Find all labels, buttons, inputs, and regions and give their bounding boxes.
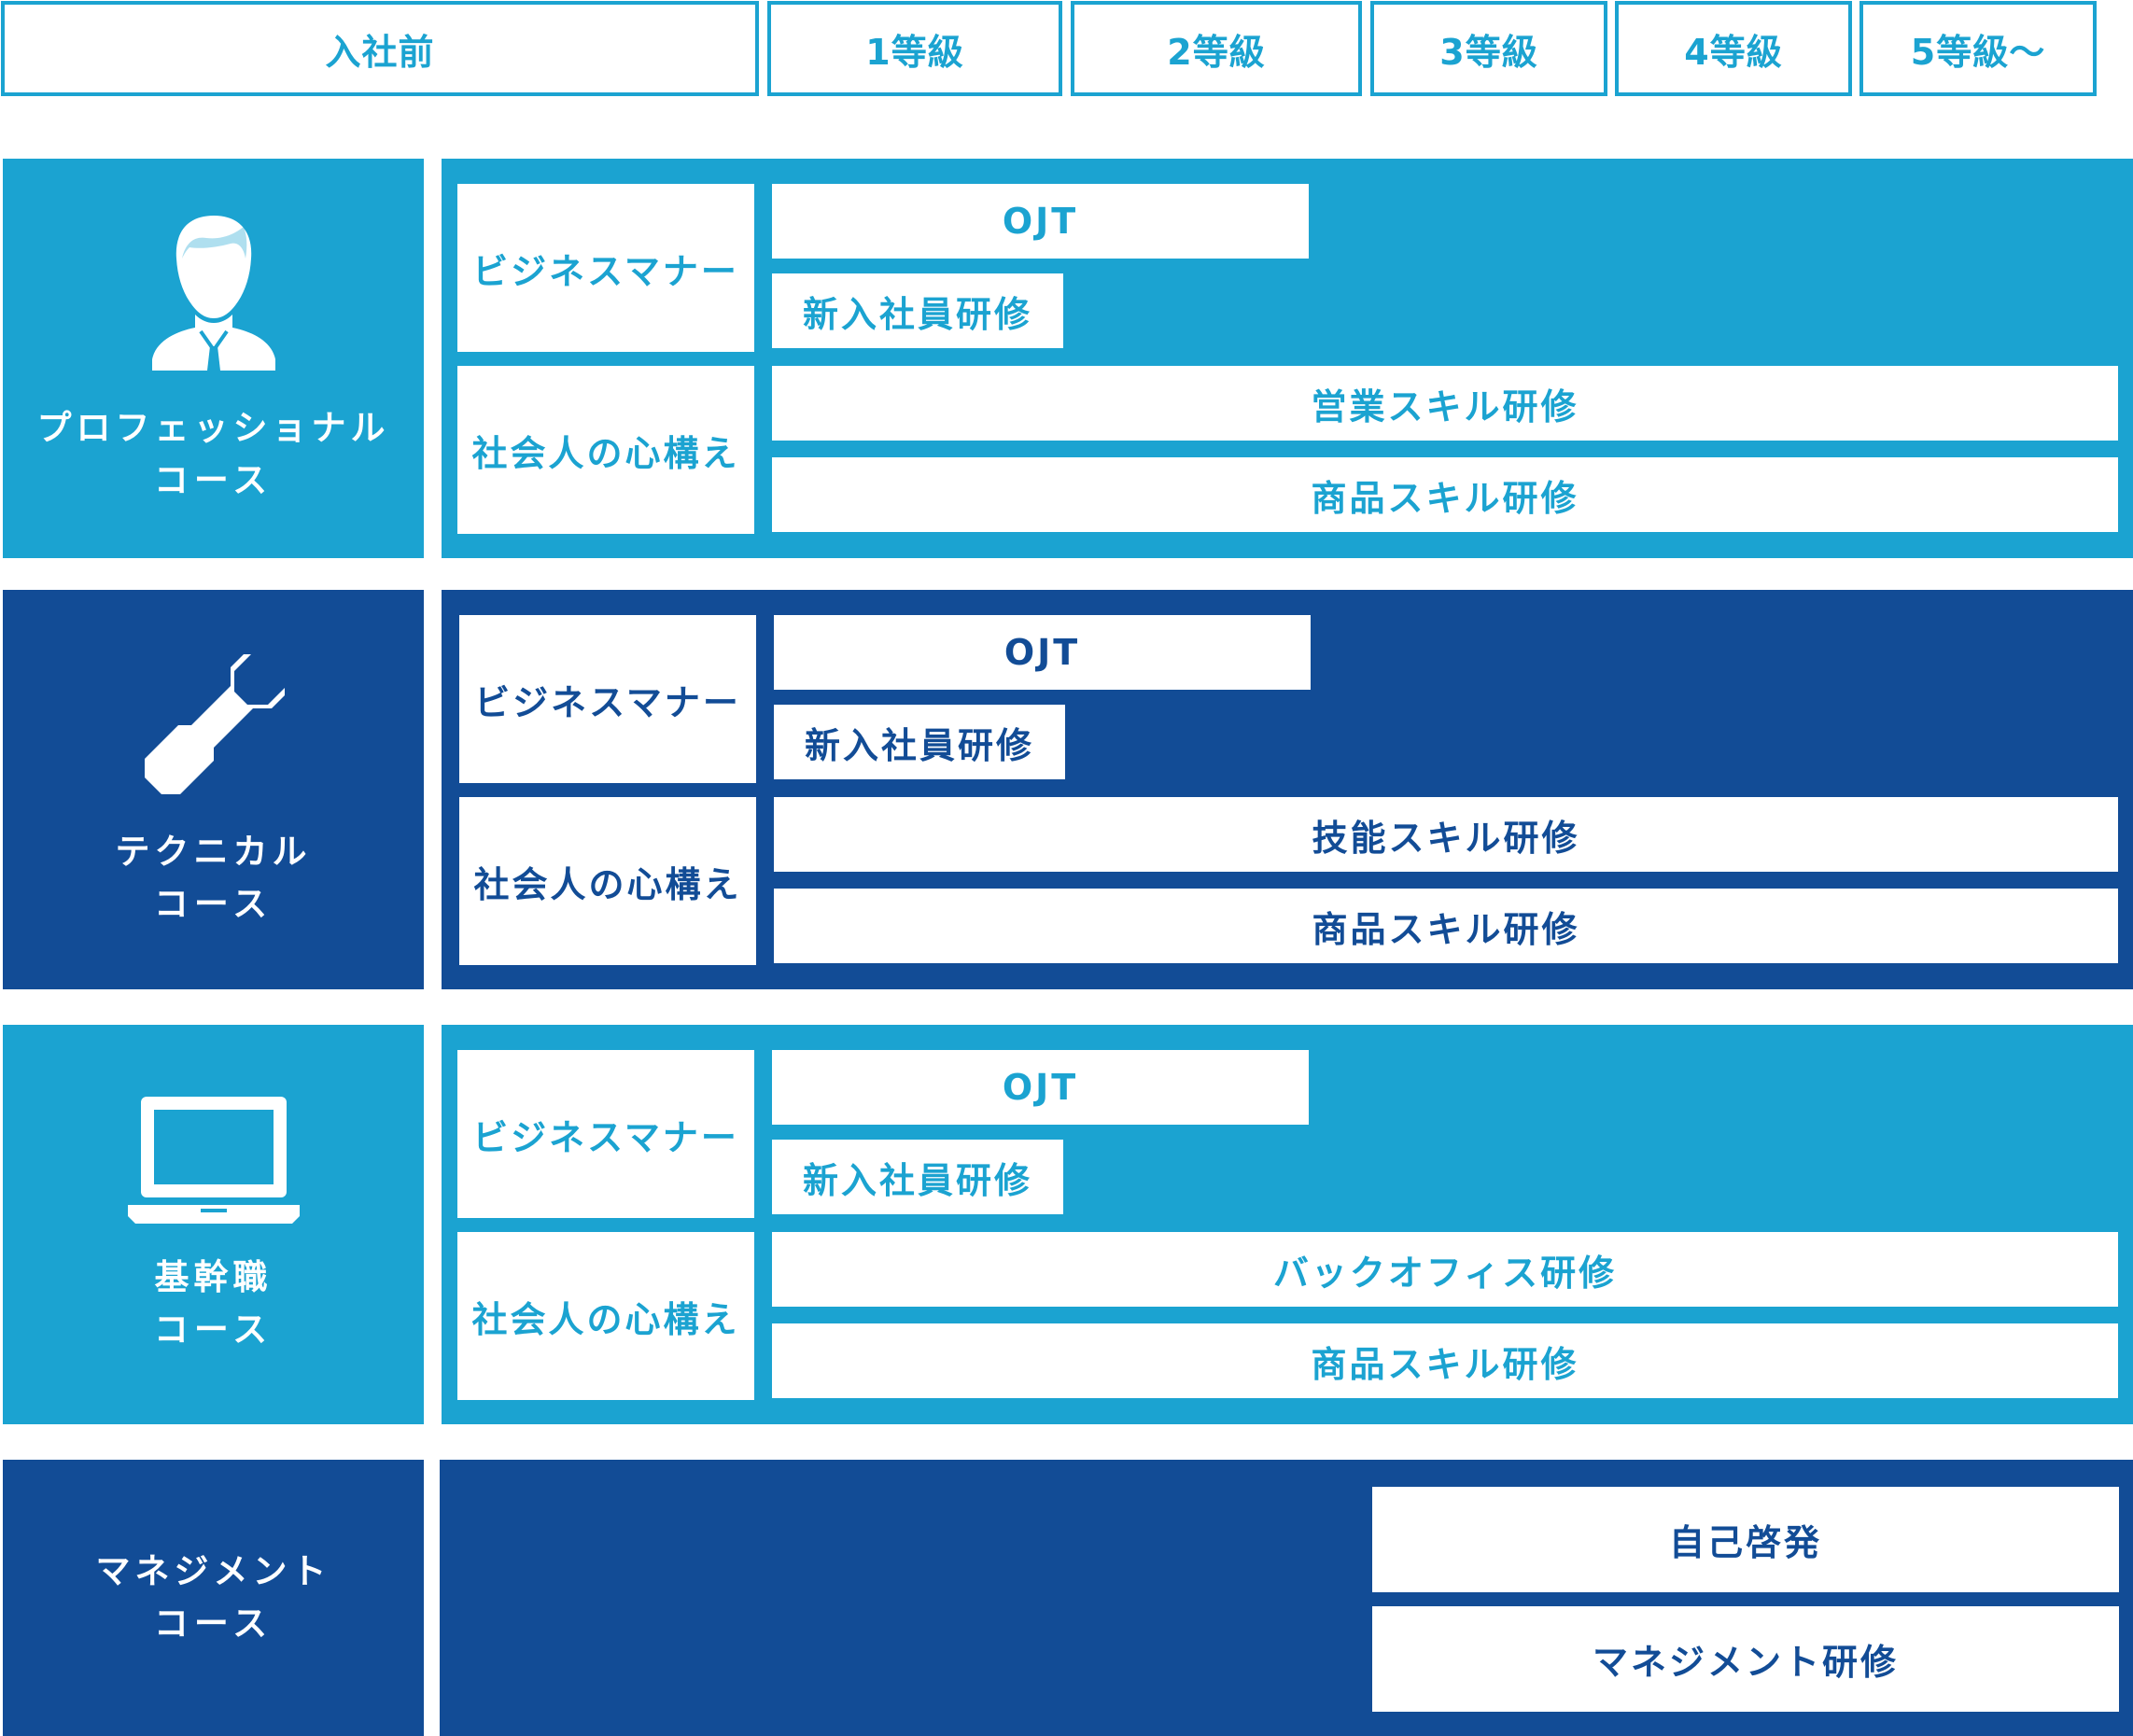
course-panel-core-staff: ビジネスマナー 社会人の心構え OJT 新入社員研修 バックオフィス研修 商品ス… [442,1025,2133,1424]
training-new-employee[interactable]: 新入社員研修 [774,705,1065,779]
tab-grade-1[interactable]: 1等級 [767,1,1062,96]
training-ojt[interactable]: OJT [772,184,1309,259]
course-sub: コース [153,884,274,924]
course-label-professional: プロフェッショナル コース [3,159,424,558]
training-self-development[interactable]: 自己啓発 [1372,1487,2119,1592]
training-management[interactable]: マネジメント研修 [1372,1606,2119,1712]
course-name: プロフェッショナル [36,408,390,448]
training-ojt[interactable]: OJT [774,615,1311,690]
training-new-employee[interactable]: 新入社員研修 [772,273,1063,348]
training-back-office[interactable]: バックオフィス研修 [772,1232,2118,1307]
course-name: テクニカル [115,832,312,872]
training-technical-skill[interactable]: 技能スキル研修 [774,797,2118,872]
category-mindset: 社会人の心構え [459,797,756,965]
course-name: 基幹職 [154,1257,273,1297]
course-panel-professional: ビジネスマナー 社会人の心構え OJT 新入社員研修 営業スキル研修 商品スキル… [442,159,2133,558]
training-product-skill[interactable]: 商品スキル研修 [772,457,2118,532]
course-sub: コース [153,1603,274,1644]
tab-pre-entry[interactable]: 入社前 [1,1,759,96]
course-label-core-staff: 基幹職 コース [3,1025,424,1424]
category-business-manners: ビジネスマナー [457,1050,754,1218]
course-sub: コース [153,460,274,500]
training-new-employee[interactable]: 新入社員研修 [772,1140,1063,1214]
course-label-technical: テクニカル コース [3,590,424,989]
person-icon [151,216,275,371]
course-panel-management: 自己啓発 マネジメント研修 [440,1460,2133,1736]
training-product-skill[interactable]: 商品スキル研修 [772,1323,2118,1398]
category-mindset: 社会人の心構え [457,1232,754,1400]
wrench-icon [144,654,285,794]
training-sales-skill[interactable]: 営業スキル研修 [772,366,2118,441]
tab-grade-3[interactable]: 3等級 [1370,1,1607,96]
training-product-skill[interactable]: 商品スキル研修 [774,889,2118,963]
tab-grade-5[interactable]: 5等級〜 [1859,1,2097,96]
category-mindset: 社会人の心構え [457,366,754,534]
course-panel-technical: ビジネスマナー 社会人の心構え OJT 新入社員研修 技能スキル研修 商品スキル… [442,590,2133,989]
course-sub: コース [153,1309,274,1350]
laptop-icon [127,1097,300,1224]
tab-grade-2[interactable]: 2等級 [1071,1,1362,96]
course-label-management: マネジメント コース [3,1460,424,1736]
category-business-manners: ビジネスマナー [457,184,754,352]
category-business-manners: ビジネスマナー [459,615,756,783]
training-ojt[interactable]: OJT [772,1050,1309,1125]
course-name: マネジメント [95,1551,331,1591]
tab-grade-4[interactable]: 4等級 [1615,1,1852,96]
